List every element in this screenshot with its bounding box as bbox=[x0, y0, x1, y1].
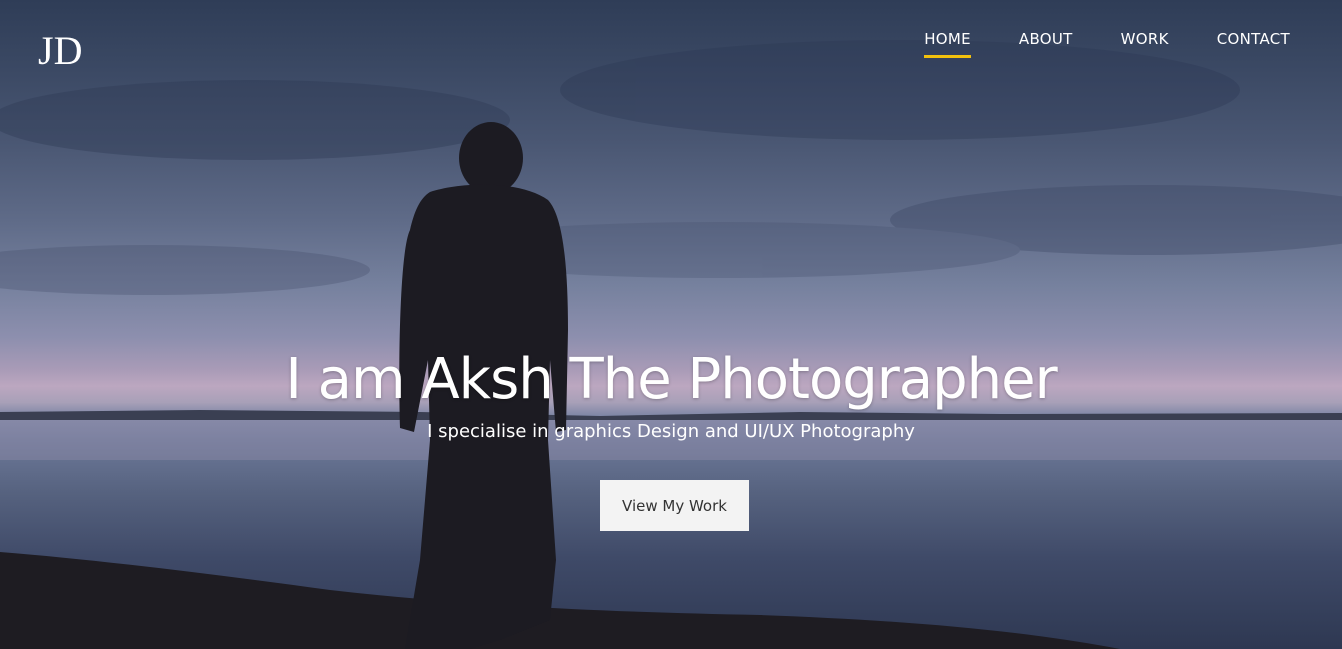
hero-background-photo bbox=[0, 40, 1342, 649]
nav-item-contact[interactable]: CONTACT bbox=[1217, 30, 1290, 58]
hero-subheadline: I specialise in graphics Design and UI/U… bbox=[427, 421, 915, 442]
view-my-work-button[interactable]: View My Work bbox=[600, 480, 749, 531]
nav-item-work[interactable]: WORK bbox=[1121, 30, 1169, 58]
foreground-shore bbox=[0, 552, 1120, 649]
nav-item-about[interactable]: ABOUT bbox=[1019, 30, 1073, 58]
jd-monogram-logo[interactable]: JD bbox=[36, 26, 108, 76]
nav-item-home[interactable]: HOME bbox=[924, 30, 971, 58]
hero-headline: I am Aksh The Photographer bbox=[285, 347, 1057, 412]
hero-section: JD HOME ABOUT WORK CONTACT I am Aksh The… bbox=[0, 0, 1342, 649]
main-nav: HOME ABOUT WORK CONTACT bbox=[924, 30, 1290, 58]
logo-text: JD bbox=[38, 28, 82, 73]
